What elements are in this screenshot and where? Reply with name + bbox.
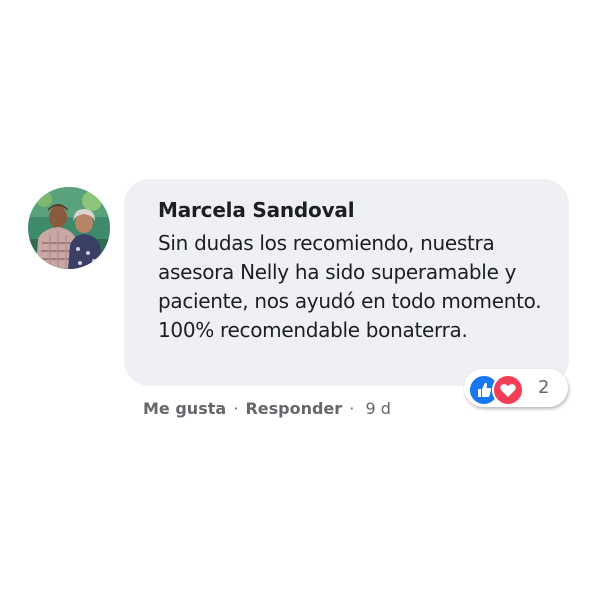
avatar-photo bbox=[28, 187, 110, 269]
love-icon bbox=[492, 374, 524, 406]
comment-bubble: Marcela Sandoval Sin dudas los recomiend… bbox=[124, 179, 569, 386]
like-button[interactable]: Me gusta bbox=[143, 399, 226, 418]
separator-dot: · bbox=[349, 399, 355, 418]
comment-container: Marcela Sandoval Sin dudas los recomiend… bbox=[0, 0, 600, 600]
separator-dot: · bbox=[233, 399, 239, 418]
comment-timestamp[interactable]: 9 d bbox=[365, 399, 390, 418]
avatar[interactable] bbox=[28, 187, 110, 269]
comment-author[interactable]: Marcela Sandoval bbox=[158, 197, 549, 223]
comment-actions: Me gusta · Responder · 9 d bbox=[143, 398, 391, 420]
reaction-count: 2 bbox=[538, 377, 550, 398]
reply-button[interactable]: Responder bbox=[245, 399, 342, 418]
comment-text: Sin dudas los recomiendo, nuestra asesor… bbox=[158, 231, 542, 342]
reactions-summary[interactable]: 2 bbox=[464, 369, 568, 407]
